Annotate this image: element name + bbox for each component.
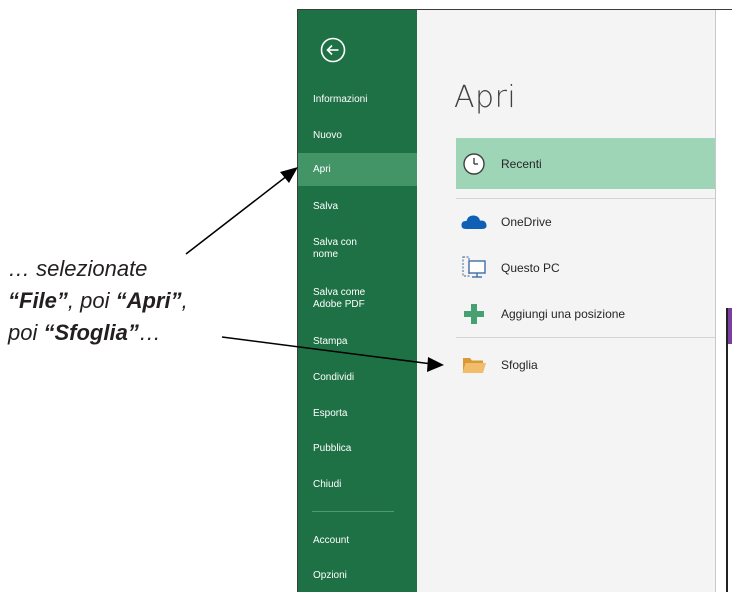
arrow-to-sfoglia-head	[427, 357, 444, 372]
annotation-arrows	[185, 167, 444, 372]
arrow-to-apri	[185, 171, 293, 255]
arrow-to-apri-head	[280, 167, 298, 183]
arrow-to-sfoglia	[221, 336, 433, 365]
